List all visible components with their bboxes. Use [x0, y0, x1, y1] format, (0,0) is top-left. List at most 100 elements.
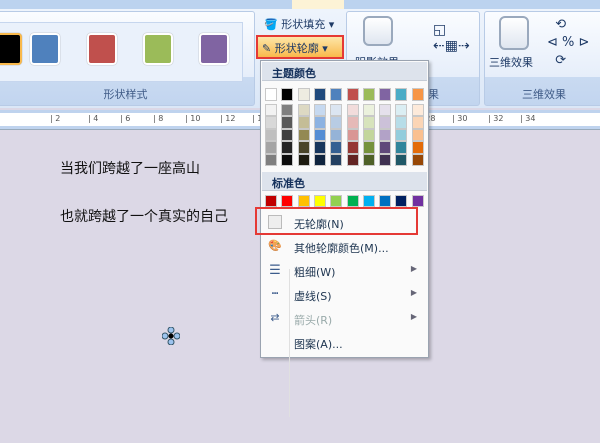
menu-item-weight[interactable]: ☰ 粗细(W) ▶ [262, 260, 427, 282]
style-swatch-black[interactable] [0, 33, 22, 65]
threed-group-label: 三维效果 [522, 88, 566, 101]
theme-tint-swatch[interactable] [362, 153, 375, 166]
theme-tint-swatch[interactable] [265, 153, 277, 166]
theme-tint-swatch[interactable] [379, 153, 392, 166]
theme-color-swatch[interactable] [281, 88, 294, 101]
theme-color-swatch[interactable] [313, 88, 326, 101]
theme-color-swatch[interactable] [297, 88, 310, 101]
theme-tint-swatch[interactable] [297, 104, 310, 117]
standard-color-swatch[interactable] [313, 195, 326, 207]
menu-item-dashes[interactable]: ┅ 虚线(S) ▶ [262, 284, 427, 306]
standard-color-swatch[interactable] [379, 195, 392, 207]
theme-tint-swatch[interactable] [346, 141, 359, 154]
theme-tint-swatch[interactable] [313, 141, 326, 154]
theme-tint-swatch[interactable] [265, 141, 277, 154]
theme-color-swatch[interactable] [330, 88, 343, 101]
theme-tint-swatch[interactable] [411, 128, 424, 142]
theme-tint-swatch[interactable] [395, 104, 408, 117]
threed-effect-label[interactable]: 三维效果 [489, 54, 533, 70]
theme-color-swatch[interactable] [395, 88, 408, 101]
theme-tint-swatch[interactable] [395, 153, 408, 166]
standard-color-swatch[interactable] [330, 195, 343, 207]
theme-tint-swatch[interactable] [297, 116, 310, 129]
theme-tint-swatch[interactable] [297, 141, 310, 154]
theme-tint-swatch[interactable] [265, 116, 277, 129]
palette-icon: 🎨 [268, 239, 282, 252]
theme-tint-swatch[interactable] [265, 104, 277, 117]
theme-tint-swatch[interactable] [313, 116, 326, 129]
ribbon-tab-strip [0, 0, 600, 9]
theme-tint-swatch[interactable] [346, 153, 359, 166]
theme-tint-swatch[interactable] [313, 153, 326, 166]
theme-color-swatch[interactable] [411, 88, 424, 101]
theme-tint-swatch[interactable] [265, 128, 277, 142]
theme-tint-swatch[interactable] [330, 116, 343, 129]
theme-tint-swatch[interactable] [411, 116, 424, 129]
theme-tint-swatch[interactable] [313, 104, 326, 117]
standard-color-swatch[interactable] [346, 195, 359, 207]
theme-tint-swatch[interactable] [346, 104, 359, 117]
shape-outline-label: 形状轮廓 [274, 42, 319, 55]
theme-tint-swatch[interactable] [379, 128, 392, 142]
theme-tint-swatch[interactable] [362, 104, 375, 117]
standard-color-swatch[interactable] [265, 195, 277, 207]
standard-color-swatch[interactable] [297, 195, 310, 207]
theme-tint-swatch[interactable] [281, 116, 294, 129]
theme-tint-swatch[interactable] [281, 141, 294, 154]
theme-tint-swatch[interactable] [395, 128, 408, 142]
shape-fill-button[interactable]: 🪣 形状填充 ▾ [264, 16, 334, 32]
theme-tint-swatch[interactable] [346, 116, 359, 129]
submenu-arrow-icon: ▶ [410, 264, 417, 273]
theme-tint-swatch[interactable] [330, 104, 343, 117]
style-swatch-blue[interactable] [30, 33, 60, 65]
standard-color-swatch[interactable] [395, 195, 408, 207]
theme-tint-swatch[interactable] [330, 128, 343, 142]
theme-tint-swatch[interactable] [281, 153, 294, 166]
theme-tint-swatch[interactable] [395, 116, 408, 129]
theme-tint-swatch[interactable] [395, 141, 408, 154]
theme-tint-swatch[interactable] [379, 104, 392, 117]
theme-color-swatch[interactable] [379, 88, 392, 101]
theme-color-swatch[interactable] [265, 88, 277, 101]
theme-tint-swatch[interactable] [313, 128, 326, 142]
threed-effect-icon[interactable] [499, 16, 529, 50]
standard-color-swatch[interactable] [411, 195, 424, 207]
shadow-effect-icon[interactable] [363, 16, 393, 46]
theme-tint-swatch[interactable] [362, 141, 375, 154]
style-swatch-green[interactable] [143, 33, 173, 65]
theme-tint-swatch[interactable] [411, 153, 424, 166]
theme-tint-swatch[interactable] [362, 116, 375, 129]
shape-selection-handle[interactable] [162, 327, 180, 345]
threed-tilt-icons[interactable]: ⟲ ⊲ % ⊳ ⟳ [547, 16, 589, 70]
theme-tint-swatch[interactable] [281, 128, 294, 142]
theme-tint-swatch[interactable] [411, 141, 424, 154]
style-swatch-red[interactable] [87, 33, 117, 65]
standard-color-swatch[interactable] [362, 195, 375, 207]
theme-tint-swatch[interactable] [297, 153, 310, 166]
menu-item-palette[interactable]: 🎨 其他轮廓颜色(M)... [262, 236, 427, 258]
menu-item-label: 图案(A)... [294, 338, 343, 351]
theme-tint-swatch[interactable] [362, 128, 375, 142]
theme-tint-swatch[interactable] [330, 141, 343, 154]
shape-styles-group: 形状样式 [0, 11, 255, 106]
document-line-2[interactable]: 也就跨越了一个真实的自己 [60, 206, 228, 226]
theme-tint-swatch[interactable] [411, 104, 424, 117]
ruler-tick-label: | 2 [50, 114, 61, 123]
theme-tint-swatch[interactable] [346, 128, 359, 142]
theme-tint-swatch[interactable] [297, 128, 310, 142]
theme-tint-swatch[interactable] [379, 141, 392, 154]
standard-color-swatch[interactable] [281, 195, 294, 207]
theme-tint-swatch[interactable] [379, 116, 392, 129]
theme-color-swatch[interactable] [362, 88, 375, 101]
shadow-nudge-icons[interactable]: ◱ ⇠▦⇢ [433, 22, 470, 54]
menu-item-label: 虚线(S) [294, 290, 332, 303]
menu-item-none[interactable]: 图案(A)... [262, 332, 427, 354]
ruler-tick-label: | 34 [520, 114, 536, 123]
shape-outline-button[interactable]: ✎ 形状轮廓 ▾ [256, 35, 344, 59]
document-line-1[interactable]: 当我们跨越了一座高山 [60, 158, 200, 178]
theme-tint-swatch[interactable] [330, 153, 343, 166]
theme-color-swatch[interactable] [346, 88, 359, 101]
active-tab[interactable] [292, 0, 344, 9]
theme-tint-swatch[interactable] [281, 104, 294, 117]
style-swatch-purple[interactable] [199, 33, 229, 65]
